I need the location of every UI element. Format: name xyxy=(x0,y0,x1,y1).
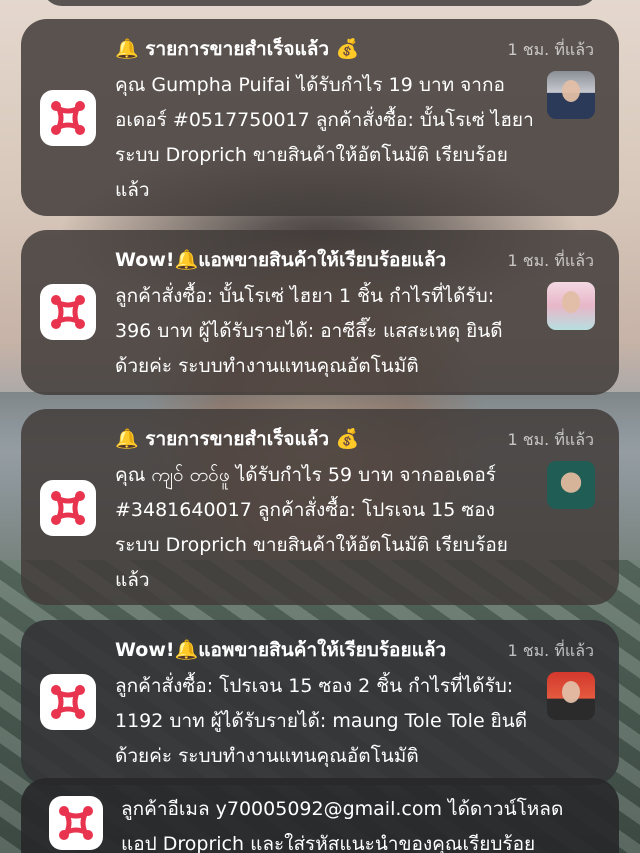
notification-time: 1 ชม. ที่แล้ว xyxy=(507,641,595,660)
drone-logo-icon xyxy=(51,101,85,135)
notification-time: 1 ชม. ที่แล้ว xyxy=(507,40,595,59)
drone-logo-icon xyxy=(51,295,85,329)
notification-title: Wow!🔔แอพขายสินค้าให้เรียบร้อยแล้ว xyxy=(115,249,447,271)
notification-title: Wow!🔔แอพขายสินค้าให้เรียบร้อยแล้ว xyxy=(115,639,447,661)
man-red-avatar xyxy=(547,672,595,720)
drone-logo-icon xyxy=(51,685,85,719)
man-green-avatar xyxy=(547,461,595,509)
man-suit-avatar xyxy=(547,71,595,119)
notification-card[interactable]: ลูกค้าอีเมล y70005092@gmail.com ได้ดาวน์… xyxy=(21,778,619,853)
notification-card[interactable]: Wow!🔔แอพขายสินค้าให้เรียบร้อยแล้ว 1 ชม. … xyxy=(21,620,619,785)
notification-card[interactable]: 🔔 รายการขายสำเร็จแล้ว 💰 1 ชม. ที่แล้ว คุ… xyxy=(21,19,619,216)
notification-card[interactable]: Wow!🔔แอพขายสินค้าให้เรียบร้อยแล้ว 1 ชม. … xyxy=(21,230,619,395)
notification-title: 🔔 รายการขายสำเร็จแล้ว 💰 xyxy=(115,428,360,450)
lock-screen: 🔔 รายการขายสำเร็จแล้ว 💰 1 ชม. ที่แล้ว คุ… xyxy=(0,0,640,853)
notification-card[interactable]: 🔔 รายการขายสำเร็จแล้ว 💰 1 ชม. ที่แล้ว คุ… xyxy=(21,409,619,605)
notification-title: 🔔 รายการขายสำเร็จแล้ว 💰 xyxy=(115,38,360,60)
notification-body: ลูกค้าสั่งซื้อ: บั้นโรเซ่ ไฮยา 1 ชิ้น กำ… xyxy=(115,285,503,377)
droprich-app-icon xyxy=(40,480,96,536)
notification-time: 1 ชม. ที่แล้ว xyxy=(507,430,595,449)
drone-logo-icon xyxy=(51,491,85,525)
droprich-app-icon xyxy=(40,90,96,146)
droprich-app-icon xyxy=(40,674,96,730)
droprich-app-icon xyxy=(40,284,96,340)
notification-body: ลูกค้าอีเมล y70005092@gmail.com ได้ดาวน์… xyxy=(121,798,564,853)
droprich-app-icon xyxy=(49,796,103,850)
notification-body: คุณ Gumpha Puifai ได้รับกำไร 19 บาท จากอ… xyxy=(115,74,534,201)
drone-logo-icon xyxy=(59,806,93,840)
notification-stack-edge[interactable] xyxy=(42,0,598,6)
notification-body: คุณ ကျဝ် တဝ်ဖူ ได้รับกำไร 59 บาท จากออเด… xyxy=(115,464,508,591)
woman-hijab-avatar xyxy=(547,282,595,330)
notification-body: ลูกค้าสั่งซื้อ: โปรเจน 15 ซอง 2 ชิ้น กำไ… xyxy=(115,675,528,767)
notification-time: 1 ชม. ที่แล้ว xyxy=(507,251,595,270)
